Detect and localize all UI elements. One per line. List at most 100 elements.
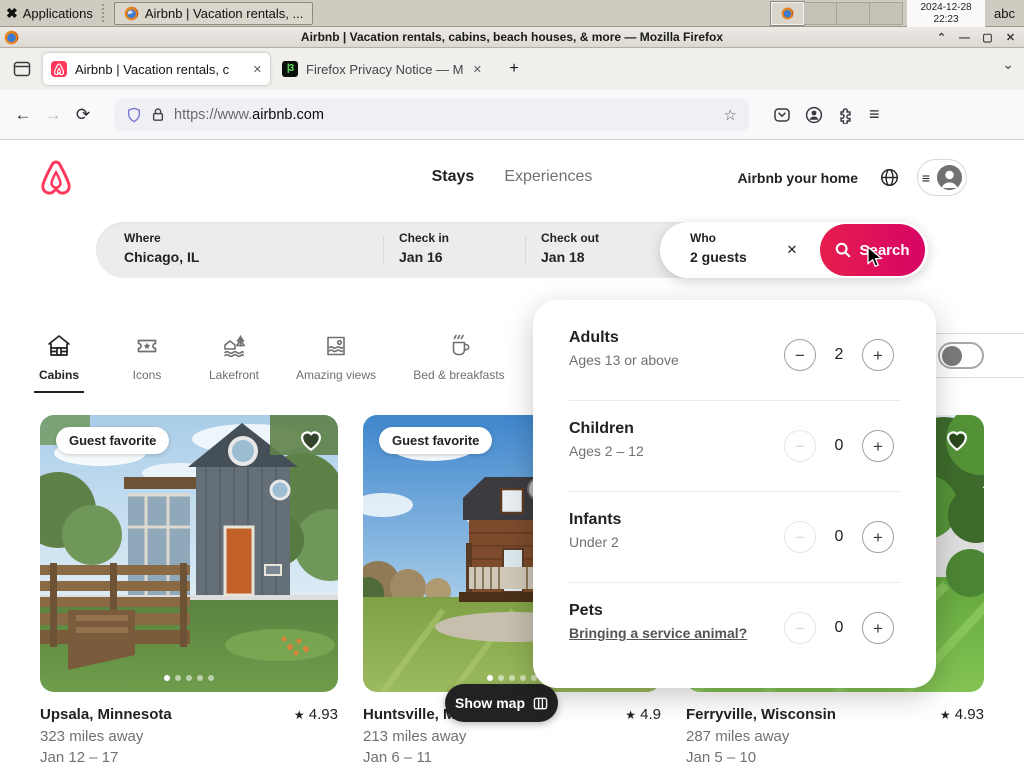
- taskbar-window-title: Airbnb | Vacation rentals, ...: [144, 5, 304, 21]
- listing-distance: 287 miles away: [686, 728, 790, 745]
- window-maximize-button[interactable]: ▢: [976, 31, 999, 44]
- taskbar-window-button[interactable]: Airbnb | Vacation rentals, ...: [113, 1, 314, 25]
- category-bed-breakfasts[interactable]: Bed & breakfasts: [399, 333, 519, 382]
- airbnb-page: Stays Experiences Airbnb your home ≡ Whe…: [0, 140, 1024, 768]
- search-where[interactable]: Where Chicago, IL: [124, 231, 199, 265]
- toggle-knob: [942, 345, 962, 366]
- tab-close-icon[interactable]: ✕: [253, 63, 262, 76]
- infants-decrement-button[interactable]: −: [784, 521, 816, 553]
- tab-close-icon[interactable]: ✕: [473, 63, 482, 76]
- workspace-2[interactable]: [804, 1, 838, 25]
- url-text[interactable]: https://www.airbnb.com: [174, 107, 715, 123]
- wishlist-heart-icon[interactable]: [944, 427, 970, 453]
- airbnb-your-home-link[interactable]: Airbnb your home: [737, 170, 858, 186]
- tab-experiences[interactable]: Experiences: [504, 168, 592, 186]
- menu-hamburger-icon: ≡: [921, 169, 931, 186]
- workspace-4[interactable]: [870, 1, 904, 25]
- listing-dates: Jan 6 – 11: [363, 749, 432, 766]
- applications-icon: ✖: [6, 4, 18, 21]
- show-map-button[interactable]: Show map: [445, 684, 558, 722]
- adults-decrement-button[interactable]: −: [784, 339, 816, 371]
- listing-dates: Jan 12 – 17: [40, 749, 119, 766]
- tracking-shield-icon[interactable]: [126, 107, 142, 123]
- map-icon: [533, 697, 548, 709]
- pets-count: 0: [834, 619, 844, 636]
- divider: [383, 236, 384, 264]
- window-close-button[interactable]: ✕: [999, 31, 1022, 44]
- listing-rating: ★ 4.9: [625, 706, 661, 723]
- price-display-toggle[interactable]: [924, 333, 1024, 378]
- applications-menu[interactable]: ✖ Applications: [0, 0, 99, 26]
- tab-stays[interactable]: Stays: [432, 168, 475, 186]
- infants-increment-button[interactable]: +: [862, 521, 894, 553]
- listing-title[interactable]: Upsala, Minnesota: [40, 706, 172, 723]
- guest-picker-panel: Adults Ages 13 or above − 2 + Children A…: [533, 300, 936, 688]
- lakefront-icon: [194, 333, 274, 359]
- forward-button[interactable]: →: [38, 105, 68, 125]
- listing-title[interactable]: Ferryville, Wisconsin: [686, 706, 836, 723]
- list-all-tabs-button[interactable]: ⌄: [1002, 56, 1014, 73]
- toggle-switch[interactable]: [938, 342, 984, 369]
- search-button[interactable]: Search: [820, 224, 925, 276]
- category-lakefront[interactable]: Lakefront: [194, 333, 274, 382]
- category-amazing-views[interactable]: Amazing views: [286, 333, 386, 382]
- firefox-view-button[interactable]: [10, 57, 34, 81]
- avatar: [937, 165, 963, 190]
- account-icon[interactable]: [805, 106, 823, 124]
- url-bar[interactable]: https://www.airbnb.com ☆: [114, 98, 749, 131]
- listing-card[interactable]: Guest favorite Upsala, Minnesota ★ 4.93 …: [40, 415, 338, 766]
- cabin-icon: [19, 333, 99, 359]
- category-icons[interactable]: Icons: [107, 333, 187, 382]
- user-menu-button[interactable]: ≡: [917, 159, 967, 196]
- language-globe-icon[interactable]: [880, 168, 899, 187]
- reload-button[interactable]: ⟳: [68, 105, 98, 125]
- workspace-pager[interactable]: [770, 0, 904, 26]
- guest-row-pets: Pets Bringing a service animal? − 0 +: [569, 601, 894, 655]
- menu-hamburger-icon[interactable]: ≡: [869, 104, 880, 125]
- search-who[interactable]: Who 2 guests ✕ Search: [660, 222, 928, 278]
- firefox-icon: [124, 6, 139, 20]
- new-tab-button[interactable]: +: [502, 58, 526, 80]
- adults-increment-button[interactable]: +: [862, 339, 894, 371]
- workspace-1[interactable]: [770, 0, 806, 26]
- clock-date: 2024-12-28: [920, 1, 972, 13]
- os-taskbar: ✖ Applications Airbnb | Vacation rentals…: [0, 0, 1024, 27]
- window-minimize-button[interactable]: —: [953, 32, 976, 44]
- children-decrement-button[interactable]: −: [784, 430, 816, 462]
- photo-upsala: [40, 415, 338, 692]
- search-bar: Where Chicago, IL Check in Jan 16 Check …: [96, 222, 928, 278]
- listing-title[interactable]: Huntsville, M: [363, 706, 456, 723]
- tab-privacy-notice[interactable]: |3 Firefox Privacy Notice — M ✕: [274, 53, 490, 85]
- tab-airbnb[interactable]: Airbnb | Vacation rentals, c ✕: [43, 53, 270, 85]
- tab-title: Firefox Privacy Notice — M: [306, 61, 464, 77]
- search-checkout[interactable]: Check out Jan 18: [541, 231, 599, 265]
- guest-favorite-badge: Guest favorite: [56, 427, 170, 454]
- children-increment-button[interactable]: +: [862, 430, 894, 462]
- pets-decrement-button[interactable]: −: [784, 612, 816, 644]
- pocket-icon[interactable]: [773, 106, 791, 124]
- firefox-view-icon: [13, 61, 31, 77]
- extensions-puzzle-icon[interactable]: [837, 106, 855, 124]
- clear-guests-button[interactable]: ✕: [780, 238, 804, 262]
- window-shade-button[interactable]: ⌃: [930, 31, 953, 44]
- search-checkin[interactable]: Check in Jan 16: [399, 231, 449, 265]
- browser-toolbar: ← → ⟳ https://www.airbnb.com ☆ ≡: [0, 90, 1024, 140]
- divider: [569, 400, 900, 401]
- category-active-underline: [34, 391, 84, 393]
- pets-increment-button[interactable]: +: [862, 612, 894, 644]
- clock: 2024-12-28 22:23: [907, 0, 986, 27]
- category-cabins[interactable]: Cabins: [19, 333, 99, 382]
- back-button[interactable]: ←: [8, 105, 38, 125]
- listing-distance: 323 miles away: [40, 728, 144, 745]
- listing-rating: ★ 4.93: [939, 706, 984, 723]
- wishlist-heart-icon[interactable]: [298, 427, 324, 453]
- listing-photo[interactable]: Guest favorite: [40, 415, 338, 692]
- coffee-cup-icon: [399, 333, 519, 359]
- star-icon: ★: [293, 708, 305, 722]
- star-icon: ★: [939, 708, 951, 722]
- guest-favorite-badge: Guest favorite: [379, 427, 493, 454]
- workspace-3[interactable]: [837, 1, 871, 25]
- listing-rating: ★ 4.93: [293, 706, 338, 723]
- lock-icon[interactable]: [151, 107, 165, 122]
- bookmark-star-icon[interactable]: ☆: [724, 106, 737, 124]
